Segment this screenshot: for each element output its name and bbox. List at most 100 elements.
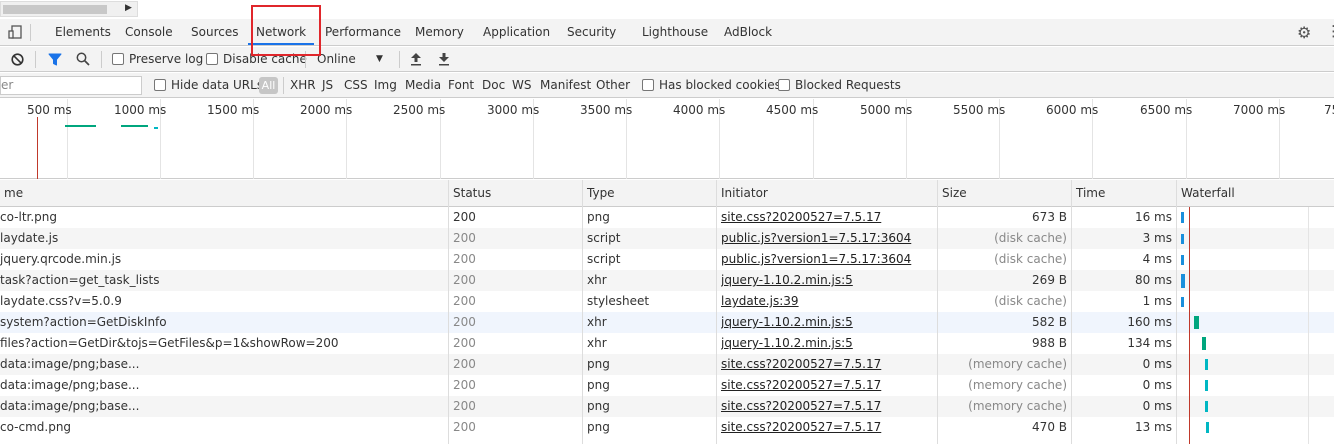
filter-type-all[interactable]: All (259, 77, 278, 94)
checkbox-box[interactable] (642, 79, 654, 91)
waterfall-bar[interactable] (1194, 316, 1199, 329)
filter-type-js[interactable]: JS (322, 73, 333, 98)
table-row[interactable]: data:image/png;base... 200 png site.css?202… (0, 396, 1334, 417)
tab-network[interactable]: Network (248, 19, 315, 45)
column-divider[interactable] (582, 180, 583, 444)
request-initiator-link[interactable]: site.css?20200527=7.5.17 (721, 417, 931, 438)
waterfall-bar[interactable] (1205, 401, 1208, 412)
waterfall-bar[interactable] (1202, 337, 1206, 350)
request-name[interactable]: system?action=GetDiskInfo (0, 312, 446, 333)
filter-type-manifest[interactable]: Manifest (540, 73, 591, 98)
tab-adblock[interactable]: AdBlock (724, 19, 772, 45)
disable-cache-checkbox[interactable]: Disable cache (206, 47, 307, 72)
request-name[interactable]: data:image/png;base... (0, 354, 446, 375)
column-header-time[interactable]: Time (1072, 180, 1105, 207)
waterfall-bar[interactable] (1181, 254, 1184, 265)
export-har-icon[interactable] (438, 52, 450, 66)
checkbox-box[interactable] (112, 53, 124, 65)
column-divider[interactable] (716, 180, 717, 444)
request-name[interactable]: task?action=get_task_lists (0, 270, 446, 291)
device-toolbar-icon[interactable] (8, 25, 23, 39)
scroll-right-arrow-icon[interactable]: ▶ (125, 3, 132, 13)
request-initiator-link[interactable]: site.css?20200527=7.5.17 (721, 207, 931, 228)
waterfall-bar[interactable] (1205, 380, 1208, 391)
scrollbar-thumb[interactable] (3, 5, 107, 14)
table-row[interactable]: data:image/png;base... 200 png site.css?202… (0, 354, 1334, 375)
waterfall-bar[interactable] (1181, 273, 1185, 288)
request-name[interactable]: co-cmd.png (0, 417, 446, 438)
request-name[interactable]: files?action=GetDir&tojs=GetFiles&p=1&sh… (0, 333, 446, 354)
gear-icon[interactable]: ⚙ (1297, 23, 1311, 42)
table-row[interactable]: jquery.qrcode.min.js 200 script public.js?v… (0, 249, 1334, 270)
chevron-down-icon[interactable]: ▼ (376, 47, 383, 72)
filter-input[interactable]: er (0, 76, 142, 95)
column-header-status[interactable]: Status (449, 180, 491, 207)
table-row[interactable]: system?action=GetDiskInfo 200 xhr jquery-1.… (0, 312, 1334, 333)
import-har-icon[interactable] (410, 52, 422, 66)
waterfall-bar[interactable] (1181, 296, 1184, 307)
table-row[interactable]: co-cmd.png 200 png site.css?20200527=7.5.17… (0, 417, 1334, 438)
search-icon[interactable] (76, 52, 90, 66)
request-name[interactable]: co-ltr.png (0, 207, 446, 228)
tab-security[interactable]: Security (567, 19, 616, 45)
column-header-waterfall[interactable]: Waterfall (1177, 180, 1235, 207)
checkbox-box[interactable] (206, 53, 218, 65)
filter-type-font[interactable]: Font (448, 73, 474, 98)
filter-icon[interactable] (48, 53, 62, 66)
tab-elements[interactable]: Elements (55, 19, 111, 45)
request-initiator-link[interactable]: jquery-1.10.2.min.js:5 (721, 270, 931, 291)
clear-icon[interactable] (11, 53, 24, 66)
horizontal-scrollbar[interactable]: ▶ (0, 1, 138, 17)
checkbox-box[interactable] (778, 79, 790, 91)
column-header-initiator[interactable]: Initiator (717, 180, 768, 207)
waterfall-bar[interactable] (1181, 212, 1184, 223)
table-row[interactable]: files?action=GetDir&tojs=GetFiles&p=1&sh… (0, 333, 1334, 354)
filter-type-doc[interactable]: Doc (482, 73, 505, 98)
column-divider[interactable] (448, 180, 449, 444)
request-initiator-link[interactable]: jquery-1.10.2.min.js:5 (721, 312, 931, 333)
filter-type-css[interactable]: CSS (344, 73, 368, 98)
tab-sources[interactable]: Sources (191, 19, 238, 45)
tab-application[interactable]: Application (483, 19, 550, 45)
request-initiator-link[interactable]: laydate.js:39 (721, 291, 931, 312)
tab-memory[interactable]: Memory (415, 19, 464, 45)
filter-type-media[interactable]: Media (405, 73, 441, 98)
waterfall-bar[interactable] (1206, 422, 1209, 433)
table-row[interactable]: laydate.js 200 script public.js?version1=7.… (0, 228, 1334, 249)
column-header-type[interactable]: Type (583, 180, 615, 207)
has-blocked-cookies-checkbox[interactable]: Has blocked cookies (642, 73, 781, 98)
request-initiator-link[interactable]: site.css?20200527=7.5.17 (721, 354, 931, 375)
column-divider[interactable] (1176, 180, 1177, 444)
column-divider[interactable] (937, 180, 938, 444)
request-name[interactable]: data:image/png;base... (0, 396, 446, 417)
tab-console[interactable]: Console (125, 19, 173, 45)
tab-performance[interactable]: Performance (325, 19, 401, 45)
checkbox-box[interactable] (154, 79, 166, 91)
filter-type-ws[interactable]: WS (512, 73, 531, 98)
column-header-size[interactable]: Size (938, 180, 967, 207)
preserve-log-checkbox[interactable]: Preserve log (112, 47, 203, 72)
filter-type-img[interactable]: Img (374, 73, 397, 98)
request-initiator-link[interactable]: jquery-1.10.2.min.js:5 (721, 333, 931, 354)
request-initiator-link[interactable]: site.css?20200527=7.5.17 (721, 396, 931, 417)
request-name[interactable]: laydate.css?v=5.0.9 (0, 291, 446, 312)
filter-type-other[interactable]: Other (596, 73, 630, 98)
tab-lighthouse[interactable]: Lighthouse (642, 19, 708, 45)
more-options-icon[interactable]: ⋮ (1326, 22, 1334, 40)
table-row[interactable]: laydate.css?v=5.0.9 200 stylesheet laydate.… (0, 291, 1334, 312)
filter-type-xhr[interactable]: XHR (290, 73, 316, 98)
request-name[interactable]: laydate.js (0, 228, 446, 249)
table-row[interactable]: co-ltr.png 200 png site.css?20200527=7.5.17… (0, 207, 1334, 228)
column-header-name[interactable]: me (0, 180, 23, 207)
request-initiator-link[interactable]: public.js?version1=7.5.17:3604 (721, 228, 931, 249)
table-row[interactable]: data:image/png;base... 200 png site.css?202… (0, 375, 1334, 396)
waterfall-bar[interactable] (1205, 359, 1208, 370)
throttling-select[interactable]: Online (317, 47, 356, 72)
blocked-requests-checkbox[interactable]: Blocked Requests (778, 73, 901, 98)
waterfall-bar[interactable] (1181, 233, 1184, 244)
table-row[interactable]: task?action=get_task_lists 200 xhr jquery-1… (0, 270, 1334, 291)
network-overview[interactable]: 500 ms 1000 ms 1500 ms 2000 ms 2500 ms 3… (0, 99, 1334, 179)
request-initiator-link[interactable]: public.js?version1=7.5.17:3604 (721, 249, 931, 270)
hide-data-urls-checkbox[interactable]: Hide data URLs (154, 73, 263, 98)
request-name[interactable]: jquery.qrcode.min.js (0, 249, 446, 270)
